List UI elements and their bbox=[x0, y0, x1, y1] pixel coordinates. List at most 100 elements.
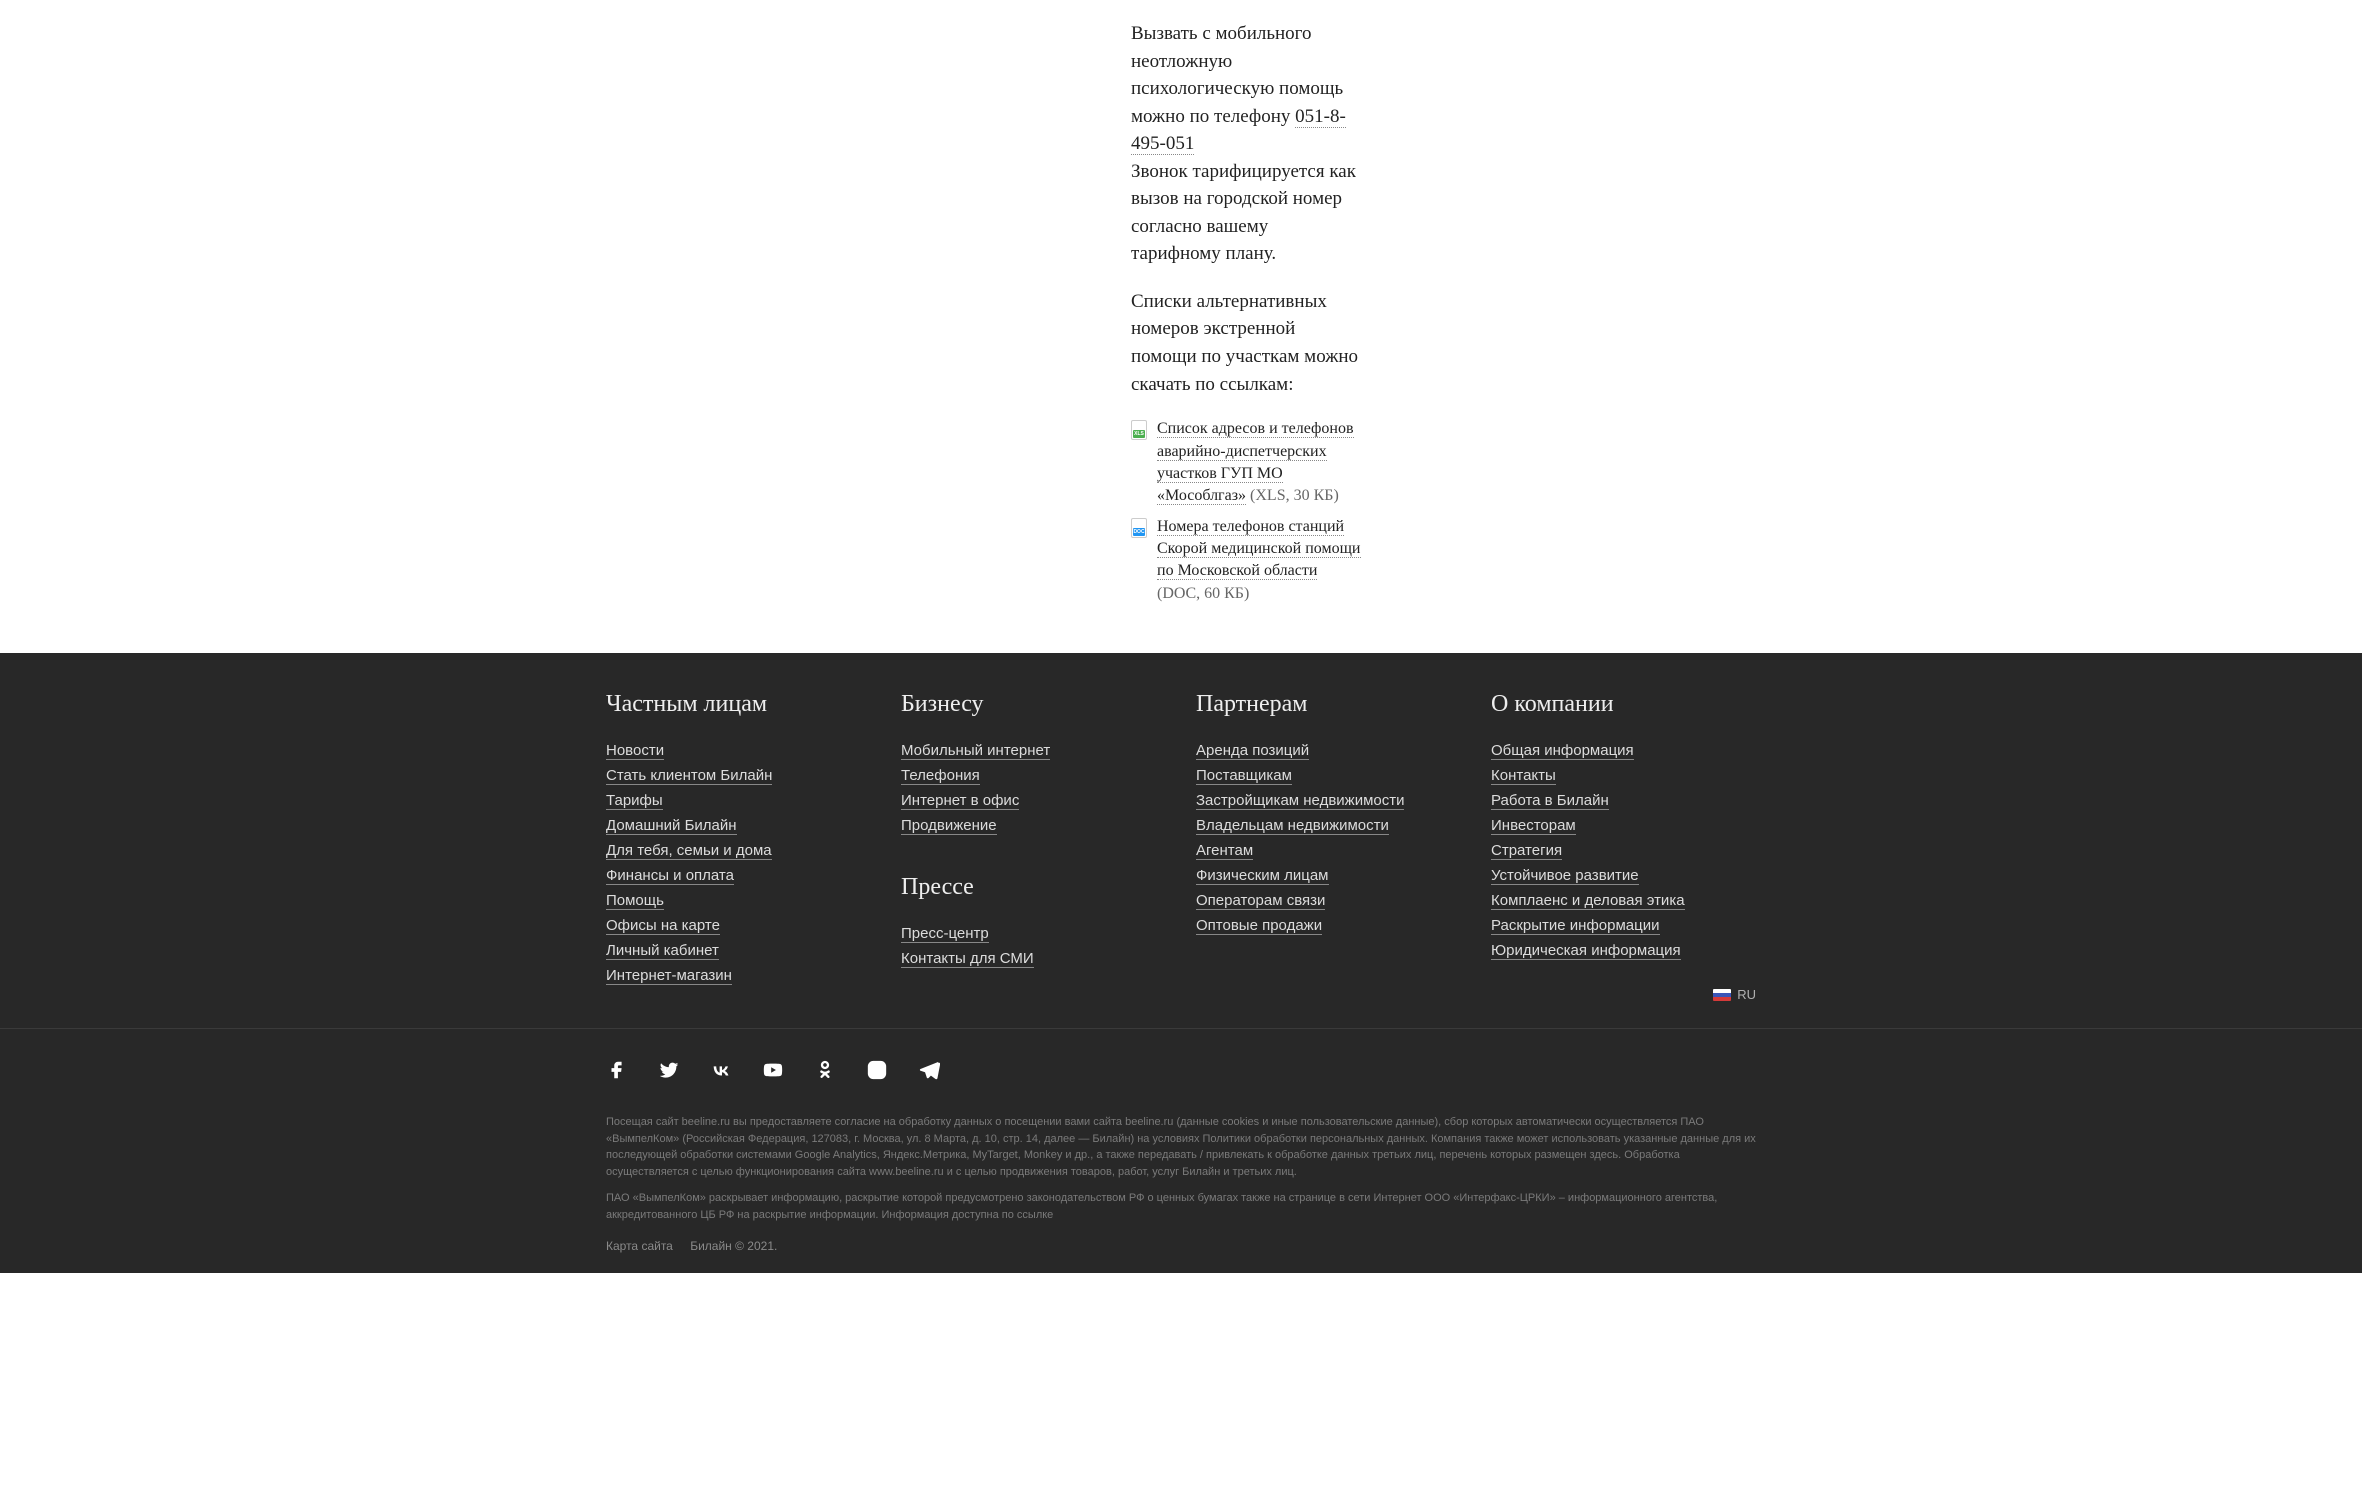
xls-icon bbox=[1131, 420, 1147, 440]
footer-heading: Бизнесу bbox=[901, 691, 1166, 718]
footer-link-item: Помощь bbox=[606, 892, 871, 909]
footer-link-item: Контакты bbox=[1491, 767, 1756, 784]
footer-link[interactable]: Работа в Билайн bbox=[1491, 792, 1609, 810]
download-list: Список адресов и телефонов аварийно-дисп… bbox=[1131, 418, 1361, 605]
site-footer: Частным лицам Новости Стать клиентом Била… bbox=[0, 653, 2362, 1273]
footer-link[interactable]: Мобильный интернет bbox=[901, 742, 1050, 760]
footer-link[interactable]: Финансы и оплата bbox=[606, 867, 734, 885]
footer-link-item: Личный кабинет bbox=[606, 942, 871, 959]
footer-link[interactable]: Аренда позиций bbox=[1196, 742, 1309, 760]
footer-link[interactable]: Новости bbox=[606, 742, 664, 760]
footer-link-item: Мобильный интернет bbox=[901, 742, 1166, 759]
footer-link[interactable]: Общая информация bbox=[1491, 742, 1634, 760]
vk-link[interactable] bbox=[710, 1059, 732, 1086]
footer-link-item: Общая информация bbox=[1491, 742, 1756, 759]
legal-text-2: ПАО «ВымпелКом» раскрывает информацию, р… bbox=[606, 1190, 1756, 1223]
footer-link-item: Владельцам недвижимости bbox=[1196, 817, 1461, 834]
footer-link-item: Пресс-центр bbox=[901, 925, 1166, 942]
footer-link-item: Юридическая информация bbox=[1491, 942, 1756, 959]
footer-link[interactable]: Стратегия bbox=[1491, 842, 1562, 860]
footer-link[interactable]: Контакты bbox=[1491, 767, 1556, 785]
footer-link-item: Контакты для СМИ bbox=[901, 950, 1166, 967]
instagram-link[interactable] bbox=[866, 1059, 888, 1086]
footer-link-item: Стратегия bbox=[1491, 842, 1756, 859]
twitter-link[interactable] bbox=[658, 1059, 680, 1086]
social-row bbox=[606, 1059, 1756, 1086]
footer-col-partners: Партнерам Аренда позицийПоставщикамЗастр… bbox=[1196, 691, 1461, 992]
footer-link[interactable]: Тарифы bbox=[606, 792, 663, 810]
ok-link[interactable] bbox=[814, 1059, 836, 1086]
footer-link-item: Финансы и оплата bbox=[606, 867, 871, 884]
footer-link-item: Интернет-магазин bbox=[606, 967, 871, 984]
footer-link-item: Для тебя, семьи и дома bbox=[606, 842, 871, 859]
facebook-link[interactable] bbox=[606, 1059, 628, 1086]
footer-link[interactable]: Для тебя, семьи и дома bbox=[606, 842, 772, 860]
footer-link[interactable]: Физическим лицам bbox=[1196, 867, 1329, 885]
sitemap-link[interactable]: Карта сайта bbox=[606, 1239, 673, 1253]
youtube-icon bbox=[762, 1059, 784, 1081]
footer-link[interactable]: Продвижение bbox=[901, 817, 997, 835]
footer-link-item: Новости bbox=[606, 742, 871, 759]
footer-links: Общая информация Контакты Работа в Билайн И… bbox=[1491, 742, 1756, 959]
download-link[interactable]: Номера телефонов станций Скорой медицинс… bbox=[1157, 518, 1361, 581]
footer-link[interactable]: Интернет в офис bbox=[901, 792, 1019, 810]
footer-link[interactable]: Операторам связи bbox=[1196, 892, 1325, 910]
file-meta: (XLS, 30 КБ) bbox=[1246, 487, 1339, 504]
footer-link[interactable]: Телефония bbox=[901, 767, 980, 785]
language-selector[interactable]: RU bbox=[1713, 987, 1756, 1002]
alt-numbers-paragraph: Списки альтернативных номеров экстренной… bbox=[1131, 288, 1361, 398]
footer-link-item: Телефония bbox=[901, 767, 1166, 784]
footer-link[interactable]: Помощь bbox=[606, 892, 664, 910]
footer-links: Аренда позиций Поставщикам Застройщикам не… bbox=[1196, 742, 1461, 934]
footer-link-item: Стать клиентом Билайн bbox=[606, 767, 871, 784]
legal-text-1: Посещая сайт beeline.ru вы предоставляет… bbox=[606, 1114, 1756, 1180]
footer-link-item: Раскрытие информации bbox=[1491, 917, 1756, 934]
footer-link[interactable]: Интернет-магазин bbox=[606, 967, 732, 985]
footer-link[interactable]: Личный кабинет bbox=[606, 942, 719, 960]
footer-link-item: Оптовые продажи bbox=[1196, 917, 1461, 934]
footer-link[interactable]: Владельцам недвижимости bbox=[1196, 817, 1389, 835]
language-label: RU bbox=[1737, 987, 1756, 1002]
footer-link-item: Комплаенс и деловая этика bbox=[1491, 892, 1756, 909]
footer-link-item: Интернет в офис bbox=[901, 792, 1166, 809]
footer-col-business-press: Бизнесу Мобильный интернет Телефония Интер… bbox=[901, 691, 1166, 992]
footer-link[interactable]: Стать клиентом Билайн bbox=[606, 767, 772, 785]
footer-link[interactable]: Юридическая информация bbox=[1491, 942, 1681, 960]
footer-link-item: Аренда позиций bbox=[1196, 742, 1461, 759]
footer-heading: Частным лицам bbox=[606, 691, 871, 718]
footer-link-item: Физическим лицам bbox=[1196, 867, 1461, 884]
footer-link[interactable]: Офисы на карте bbox=[606, 917, 720, 935]
footer-link[interactable]: Оптовые продажи bbox=[1196, 917, 1322, 935]
footer-link[interactable]: Домашний Билайн bbox=[606, 817, 737, 835]
facebook-icon bbox=[606, 1059, 628, 1081]
telegram-link[interactable] bbox=[918, 1059, 940, 1086]
youtube-link[interactable] bbox=[762, 1059, 784, 1086]
footer-bottom-line: Карта сайта Билайн © 2021. bbox=[606, 1239, 1756, 1253]
footer-link[interactable]: Инвесторам bbox=[1491, 817, 1576, 835]
footer-link[interactable]: Застройщикам недвижимости bbox=[1196, 792, 1404, 810]
footer-link[interactable]: Пресс-центр bbox=[901, 925, 989, 943]
instagram-icon bbox=[866, 1059, 888, 1081]
footer-link[interactable]: Комплаенс и деловая этика bbox=[1491, 892, 1685, 910]
footer-link-item: Тарифы bbox=[606, 792, 871, 809]
download-item: Номера телефонов станций Скорой медицинс… bbox=[1131, 516, 1361, 606]
odnoklassniki-icon bbox=[814, 1059, 836, 1081]
twitter-icon bbox=[658, 1059, 680, 1081]
footer-link-item: Работа в Билайн bbox=[1491, 792, 1756, 809]
footer-link[interactable]: Устойчивое развитие bbox=[1491, 867, 1639, 885]
footer-links: Мобильный интернет Телефония Интернет в оф… bbox=[901, 742, 1166, 834]
telegram-icon bbox=[918, 1059, 940, 1081]
doc-icon bbox=[1131, 518, 1147, 538]
footer-link[interactable]: Агентам bbox=[1196, 842, 1253, 860]
footer-link-item: Инвесторам bbox=[1491, 817, 1756, 834]
footer-link-item: Агентам bbox=[1196, 842, 1461, 859]
footer-link[interactable]: Контакты для СМИ bbox=[901, 950, 1034, 968]
footer-link[interactable]: Поставщикам bbox=[1196, 767, 1292, 785]
footer-col-consumers: Частным лицам Новости Стать клиентом Била… bbox=[606, 691, 871, 992]
footer-heading: Прессе bbox=[901, 874, 1166, 901]
footer-link[interactable]: Раскрытие информации bbox=[1491, 917, 1660, 935]
footer-link-item: Операторам связи bbox=[1196, 892, 1461, 909]
download-item: Список адресов и телефонов аварийно-дисп… bbox=[1131, 418, 1361, 508]
russia-flag-icon bbox=[1713, 989, 1731, 1001]
tariff-note: Звонок тарифицируется как вызов на город… bbox=[1131, 161, 1356, 265]
